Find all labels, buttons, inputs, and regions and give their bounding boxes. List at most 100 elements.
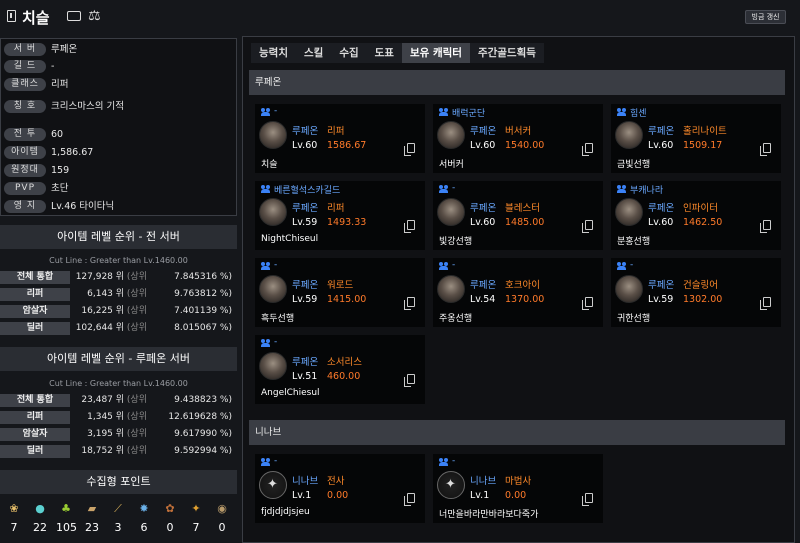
collect-item[interactable]: ✿ 0 — [160, 503, 180, 535]
rank-server-title: 아이템 레벨 순위 - 루페온 서버 — [0, 347, 237, 371]
rank-number: 127,928 위 — [75, 272, 125, 282]
rank-upper-label: (상위 — [126, 323, 147, 333]
copy-icon[interactable] — [404, 220, 415, 233]
character-card[interactable]: - 루페온 소서리스 Lv.51 460.00 AngelChiesul — [255, 335, 425, 404]
guild-name: - — [274, 260, 278, 270]
guild-icon — [261, 339, 271, 347]
collect-item[interactable]: ▰ 23 — [82, 502, 102, 535]
avatar — [615, 275, 643, 303]
collect-item[interactable]: ✸ 6 — [134, 503, 154, 535]
copy-icon[interactable] — [760, 297, 771, 310]
character-card[interactable]: - 루페온 호크아이 Lv.54 1370.00 주옹선행 — [433, 258, 603, 327]
tab-1[interactable]: 스킬 — [295, 43, 332, 63]
guild-icon — [617, 262, 627, 270]
copy-icon[interactable] — [404, 493, 415, 506]
class-name: 전사 — [327, 476, 345, 487]
copy-icon[interactable] — [582, 143, 593, 156]
rank-class: 암살자 — [0, 305, 70, 318]
guild-icon — [261, 185, 271, 193]
guild-name: - — [452, 456, 456, 466]
star-icon: ✦ — [191, 502, 201, 515]
server-name: 루페온 — [292, 357, 319, 368]
info-row: 서 버 루페온 — [4, 43, 131, 58]
collect-item[interactable]: ● 22 — [30, 503, 50, 535]
map-icon: ▰ — [87, 502, 97, 515]
rank-upper-label: (상위 — [126, 272, 147, 282]
character-nickname: AngelChiesul — [261, 388, 320, 398]
server-name: 루페온 — [292, 203, 319, 214]
tab-0[interactable]: 능력치 — [251, 43, 296, 63]
rank-position: 3,195 위 (상위 — [70, 428, 147, 441]
server-name: 루페온 — [292, 280, 319, 291]
coin-icon: ◉ — [217, 502, 227, 515]
character-card[interactable]: - 루페온 워로드 Lv.59 1415.00 흑두선행 — [255, 258, 425, 327]
brush-icon: ⟋ — [114, 502, 122, 515]
rank-number: 16,225 위 — [81, 306, 125, 316]
copy-icon[interactable] — [404, 297, 415, 310]
rank-row: 암살자 16,225 위 (상위 7.401139 %) — [0, 305, 237, 319]
copy-icon[interactable] — [404, 143, 415, 156]
rank-number: 102,644 위 — [75, 323, 125, 333]
avatar — [259, 275, 287, 303]
character-card[interactable]: 베른혈석스카길드 루페온 리퍼 Lv.59 1493.33 NightChiseul — [255, 181, 425, 250]
item-level: 1462.50 — [683, 217, 723, 228]
character-card[interactable]: 힘센 루페온 홀리나이트 Lv.60 1509.17 금빛선행 — [611, 104, 781, 173]
collect-item[interactable]: ◉ 0 — [212, 502, 232, 535]
copy-icon[interactable] — [760, 220, 771, 233]
character-info-panel: 서 버 루페온 길 드 - 클래스 리퍼 칭 호 크리스마스의 기적 전 투 60 아이템 1,586… — [0, 38, 237, 216]
avatar — [615, 121, 643, 149]
rank-number: 3,195 위 — [87, 429, 125, 439]
rank-class: 딜러 — [0, 445, 70, 458]
collect-item[interactable]: ♣ 105 — [56, 503, 77, 535]
copy-icon[interactable] — [582, 297, 593, 310]
tab-3[interactable]: 도표 — [366, 43, 402, 63]
copy-icon[interactable] — [582, 220, 593, 233]
character-card[interactable]: 부캐나라 루페온 인파이터 Lv.60 1462.50 분홍선행 — [611, 181, 781, 250]
rank-position: 127,928 위 (상위 — [70, 271, 147, 284]
scale-icon[interactable]: ⚖ — [88, 8, 101, 24]
avatar — [615, 198, 643, 226]
collect-item[interactable]: ⟋ 3 — [108, 502, 128, 535]
character-card[interactable]: - 루페온 리퍼 Lv.60 1586.67 치슬 — [255, 104, 425, 173]
collect-count: 7 — [10, 521, 18, 534]
refresh-button[interactable]: 빙금 갱신 — [745, 10, 786, 24]
class-name: 인파이터 — [683, 203, 718, 214]
character-nickname: 너만을바라만바라보다죽가 — [439, 510, 539, 520]
info-label: 전 투 — [4, 128, 46, 141]
rank-row: 리퍼 6,143 위 (상위 9.763812 %) — [0, 288, 237, 302]
collect-item[interactable]: ❀ 7 — [4, 503, 24, 535]
server-name: 루페온 — [648, 280, 675, 291]
info-row: 길 드- — [4, 60, 131, 75]
guild-icon — [439, 262, 449, 270]
id-card-icon[interactable] — [67, 11, 81, 21]
info-row: 전 투 60 — [4, 128, 131, 143]
bookmark-icon[interactable] — [7, 10, 16, 22]
copy-icon[interactable] — [582, 493, 593, 506]
character-card[interactable]: - 니나브 전사 Lv.1 0.00 fjdjdjdjsjeu — [255, 454, 425, 523]
server-name: 루페온 — [648, 126, 675, 137]
character-level: Lv.60 — [648, 140, 674, 151]
server-name: 루페온 — [470, 126, 497, 137]
tab-2[interactable]: 수집 — [331, 43, 367, 63]
guild-name: - — [274, 106, 278, 116]
tab-5[interactable]: 주간골드획득 — [469, 43, 544, 63]
character-card[interactable]: - 루페온 건슬링어 Lv.59 1302.00 귀한선행 — [611, 258, 781, 327]
info-value: 초단 — [51, 183, 69, 194]
rank-position: 6,143 위 (상위 — [70, 288, 147, 301]
copy-icon[interactable] — [404, 374, 415, 387]
rank-row: 암살자 3,195 위 (상위 9.617990 %) — [0, 428, 237, 442]
info-row: 아이템 1,586.67 — [4, 146, 131, 161]
class-name: 소서리스 — [327, 357, 362, 368]
collect-item[interactable]: ✦ 7 — [186, 502, 206, 535]
character-card[interactable]: - 니나브 마법사 Lv.1 0.00 너만을바라만바라보다죽가 — [433, 454, 603, 523]
info-label: 원정대 — [4, 164, 46, 177]
server-name: 루페온 — [648, 203, 675, 214]
rank-row: 전체 통합 127,928 위 (상위 7.845316 %) — [0, 271, 237, 285]
character-card[interactable]: 배럭군단 루페온 버서커 Lv.60 1540.00 서버커 — [433, 104, 603, 173]
server-name: 니나브 — [292, 476, 319, 487]
collect-points: ❀ 7 ● 22 ♣ 105 ▰ 23 ⟋ 3 ✸ 6 ✿ 0 ✦ 7 ◉ 0 — [0, 497, 237, 543]
tab-4[interactable]: 보유 캐릭터 — [401, 43, 470, 63]
copy-icon[interactable] — [760, 143, 771, 156]
guild-icon — [261, 108, 271, 116]
character-card[interactable]: - 루페온 블레스터 Lv.60 1485.00 빛강선행 — [433, 181, 603, 250]
